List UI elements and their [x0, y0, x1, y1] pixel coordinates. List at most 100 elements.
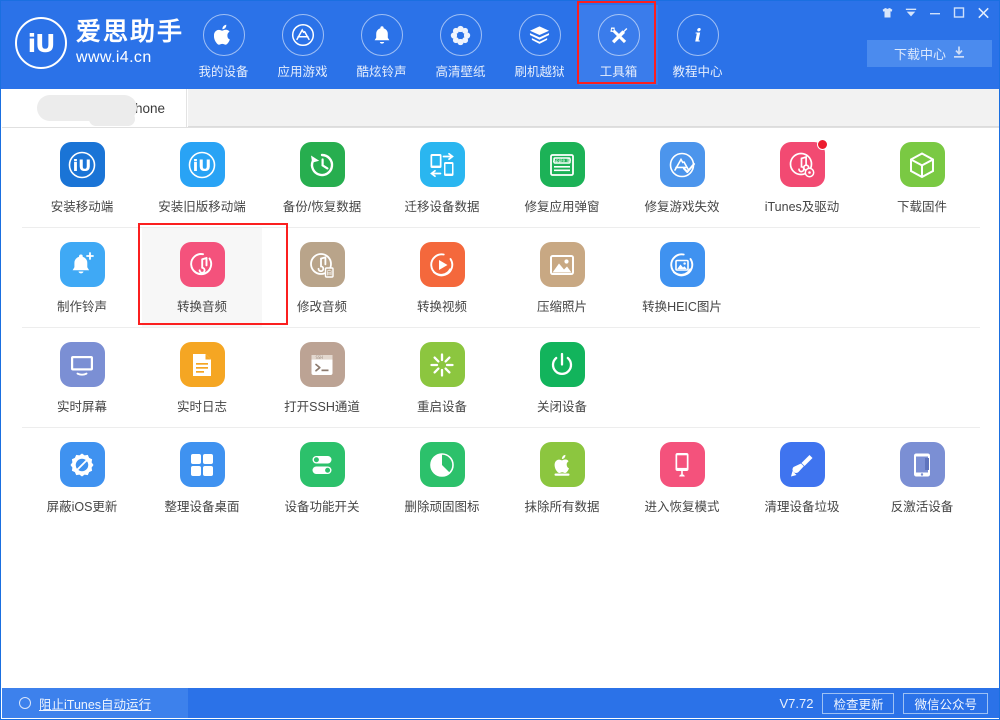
- convert-heic-icon: [660, 242, 705, 287]
- tool-remove-stubborn-icons[interactable]: 删除顽固图标: [382, 428, 502, 528]
- download-center-label: 下载中心: [894, 44, 946, 63]
- apple-id-card-icon: Apple ID: [540, 142, 585, 187]
- tool-organize-desktop[interactable]: 整理设备桌面: [142, 428, 262, 528]
- tool-reboot-device[interactable]: 重启设备: [382, 328, 502, 428]
- tool-install-mobile[interactable]: iU 安装移动端: [22, 128, 142, 228]
- tool-migrate-device-data[interactable]: 迁移设备数据: [382, 128, 502, 228]
- nav-item-wallpapers[interactable]: 高清壁纸: [421, 5, 500, 85]
- live-log-icon: [180, 342, 225, 387]
- maximize-icon[interactable]: [947, 3, 971, 22]
- tool-label: 转换视频: [417, 296, 467, 315]
- titlebar-buttons: [875, 3, 995, 22]
- i4-logo-icon: iU: [180, 142, 225, 187]
- nav-label: 高清壁纸: [435, 61, 485, 80]
- tool-block-ios-update[interactable]: 屏蔽iOS更新: [22, 428, 142, 528]
- migrate-device-icon: [420, 142, 465, 187]
- nav-item-tutorials[interactable]: i 教程中心: [658, 5, 737, 85]
- menu-dropdown-icon[interactable]: [899, 3, 923, 22]
- tool-clean-junk[interactable]: 清理设备垃圾: [742, 428, 862, 528]
- nav-item-toolbox[interactable]: 工具箱: [579, 5, 658, 85]
- firmware-box-icon: [900, 142, 945, 187]
- main-nav: 我的设备 应用游戏 酷炫铃声 高清壁纸: [184, 5, 737, 85]
- tool-label: 迁移设备数据: [404, 196, 479, 215]
- tool-label: 进入恢复模式: [644, 496, 719, 515]
- tool-install-legacy-mobile[interactable]: iU 安装旧版移动端: [142, 128, 262, 228]
- nav-item-flash-jailbreak[interactable]: 刷机越狱: [500, 5, 579, 85]
- tool-label: iTunes及驱动: [765, 196, 840, 215]
- tool-live-screen[interactable]: 实时屏幕: [22, 328, 142, 428]
- tool-label: 安装移动端: [51, 196, 114, 215]
- tool-label: 转换HEIC图片: [642, 296, 722, 315]
- tool-label: 关闭设备: [537, 396, 587, 415]
- block-ios-update-icon: [60, 442, 105, 487]
- skin-icon[interactable]: [875, 3, 899, 22]
- minimize-icon[interactable]: [923, 3, 947, 22]
- tool-label: 修改音频: [297, 296, 347, 315]
- toolbox-row: 屏蔽iOS更新 整理设备桌面 设备功能开关 删除顽固图标: [2, 428, 1000, 528]
- tool-label: 屏蔽iOS更新: [47, 496, 118, 515]
- tool-label: 清理设备垃圾: [764, 496, 839, 515]
- bell-icon: [361, 14, 403, 56]
- tool-convert-heic[interactable]: 转换HEIC图片: [622, 228, 742, 328]
- status-bar-right: V7.72 检查更新 微信公众号: [779, 688, 988, 718]
- tab-device-iphone[interactable]: iPhone: [15, 89, 187, 127]
- tool-label: 修复游戏失效: [644, 196, 719, 215]
- radio-icon[interactable]: [19, 697, 31, 709]
- tools-icon: [598, 14, 640, 56]
- svg-text:自: 自: [326, 269, 332, 277]
- tool-live-log[interactable]: 实时日志: [142, 328, 262, 428]
- tool-backup-restore[interactable]: 备份/恢复数据: [262, 128, 382, 228]
- download-center-button[interactable]: 下载中心: [867, 40, 992, 67]
- nav-item-apps-games[interactable]: 应用游戏: [263, 5, 342, 85]
- tool-itunes-driver[interactable]: iTunes及驱动: [742, 128, 862, 228]
- tool-fix-game-failure[interactable]: 修复游戏失效: [622, 128, 742, 228]
- tool-enter-recovery-mode[interactable]: 进入恢复模式: [622, 428, 742, 528]
- tool-erase-all-data[interactable]: 抹除所有数据: [502, 428, 622, 528]
- toolbox-grid: iU 安装移动端 iU 安装旧版移动端 备份/恢复数据: [2, 128, 1000, 690]
- brand-logo[interactable]: iU 爱思助手 www.i4.cn: [15, 17, 184, 69]
- svg-text:Apple ID: Apple ID: [553, 158, 572, 164]
- version-label: V7.72: [779, 696, 813, 711]
- convert-audio-icon: [180, 242, 225, 287]
- notification-badge: [817, 139, 828, 150]
- tool-download-firmware[interactable]: 下载固件: [862, 128, 982, 228]
- convert-video-icon: [420, 242, 465, 287]
- recovery-mode-icon: [660, 442, 705, 487]
- app-header: iU 爱思助手 www.i4.cn 我的设备 应用游戏: [1, 1, 1000, 89]
- download-icon: [953, 46, 965, 62]
- svg-text:iU: iU: [193, 156, 211, 175]
- wechat-official-button[interactable]: 微信公众号: [903, 693, 988, 714]
- nav-label: 教程中心: [672, 61, 722, 80]
- organize-desktop-icon: [180, 442, 225, 487]
- prevent-itunes-toggle[interactable]: 阻止iTunes自动运行: [2, 688, 188, 718]
- tool-compress-photo[interactable]: 压缩照片: [502, 228, 622, 328]
- tool-label: 打开SSH通道: [284, 396, 360, 415]
- tool-label: 安装旧版移动端: [158, 196, 246, 215]
- status-bar: 阻止iTunes自动运行 V7.72 检查更新 微信公众号: [2, 688, 1000, 718]
- tool-label: 修复应用弹窗: [524, 196, 599, 215]
- tool-label: 转换音频: [177, 296, 227, 315]
- erase-data-icon: [540, 442, 585, 487]
- tool-fix-app-popup[interactable]: Apple ID 修复应用弹窗: [502, 128, 622, 228]
- tool-edit-audio[interactable]: 自 修改音频: [262, 228, 382, 328]
- tool-convert-audio[interactable]: 转换音频: [142, 228, 262, 328]
- tool-feature-toggles[interactable]: 设备功能开关: [262, 428, 382, 528]
- nav-item-ringtones[interactable]: 酷炫铃声: [342, 5, 421, 85]
- remove-icon-icon: [420, 442, 465, 487]
- close-icon[interactable]: [971, 3, 995, 22]
- toolbox-row: 实时屏幕 实时日志 SSH 打开SSH通道 重启设备: [2, 328, 1000, 428]
- tool-convert-video[interactable]: 转换视频: [382, 228, 502, 328]
- tool-deactivate-device[interactable]: 反激活设备: [862, 428, 982, 528]
- apple-icon: [203, 14, 245, 56]
- make-ringtone-icon: [60, 242, 105, 287]
- edit-audio-icon: 自: [300, 242, 345, 287]
- nav-item-my-device[interactable]: 我的设备: [184, 5, 263, 85]
- deactivate-device-icon: [900, 442, 945, 487]
- check-update-button[interactable]: 检查更新: [822, 693, 894, 714]
- tool-power-off-device[interactable]: 关闭设备: [502, 328, 622, 428]
- tool-label: 实时屏幕: [57, 396, 107, 415]
- tool-open-ssh[interactable]: SSH 打开SSH通道: [262, 328, 382, 428]
- tool-make-ringtone[interactable]: 制作铃声: [22, 228, 142, 328]
- itunes-driver-icon: [780, 142, 825, 187]
- prevent-itunes-label[interactable]: 阻止iTunes自动运行: [39, 694, 151, 713]
